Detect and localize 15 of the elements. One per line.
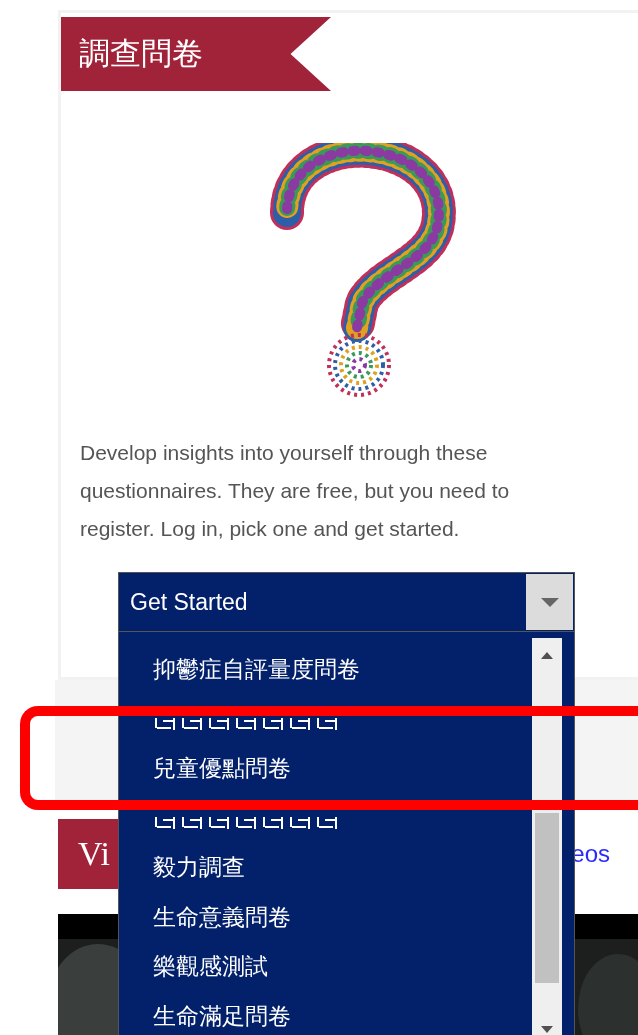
scroll-up-icon	[541, 652, 553, 659]
scrollbar[interactable]	[532, 638, 562, 1035]
dropdown-option[interactable]: 生命滿足問卷	[119, 991, 532, 1035]
scroll-down-icon	[541, 1026, 553, 1033]
dropdown-option[interactable]: 毅力調查	[119, 843, 532, 893]
section-title: Vi	[58, 819, 120, 889]
description: Develop insights into yourself through these questionnaires. They are free, but you need to register. Log in, pick one and get started.	[80, 440, 511, 542]
dropdown-option[interactable]: 樂觀感測試	[119, 942, 532, 992]
section-title: 調查問卷	[61, 17, 331, 91]
caret-icon	[540, 597, 559, 607]
dropdown-option[interactable]: 兒童優點問卷	[119, 744, 532, 794]
dropdown-option[interactable]: 生命意義問卷	[119, 892, 532, 942]
questionnaire-select[interactable]: Get Started	[118, 572, 575, 632]
scroll-thumb[interactable]	[535, 813, 559, 983]
dropdown-option[interactable]: 抑鬱症自評量度問卷	[119, 645, 532, 695]
